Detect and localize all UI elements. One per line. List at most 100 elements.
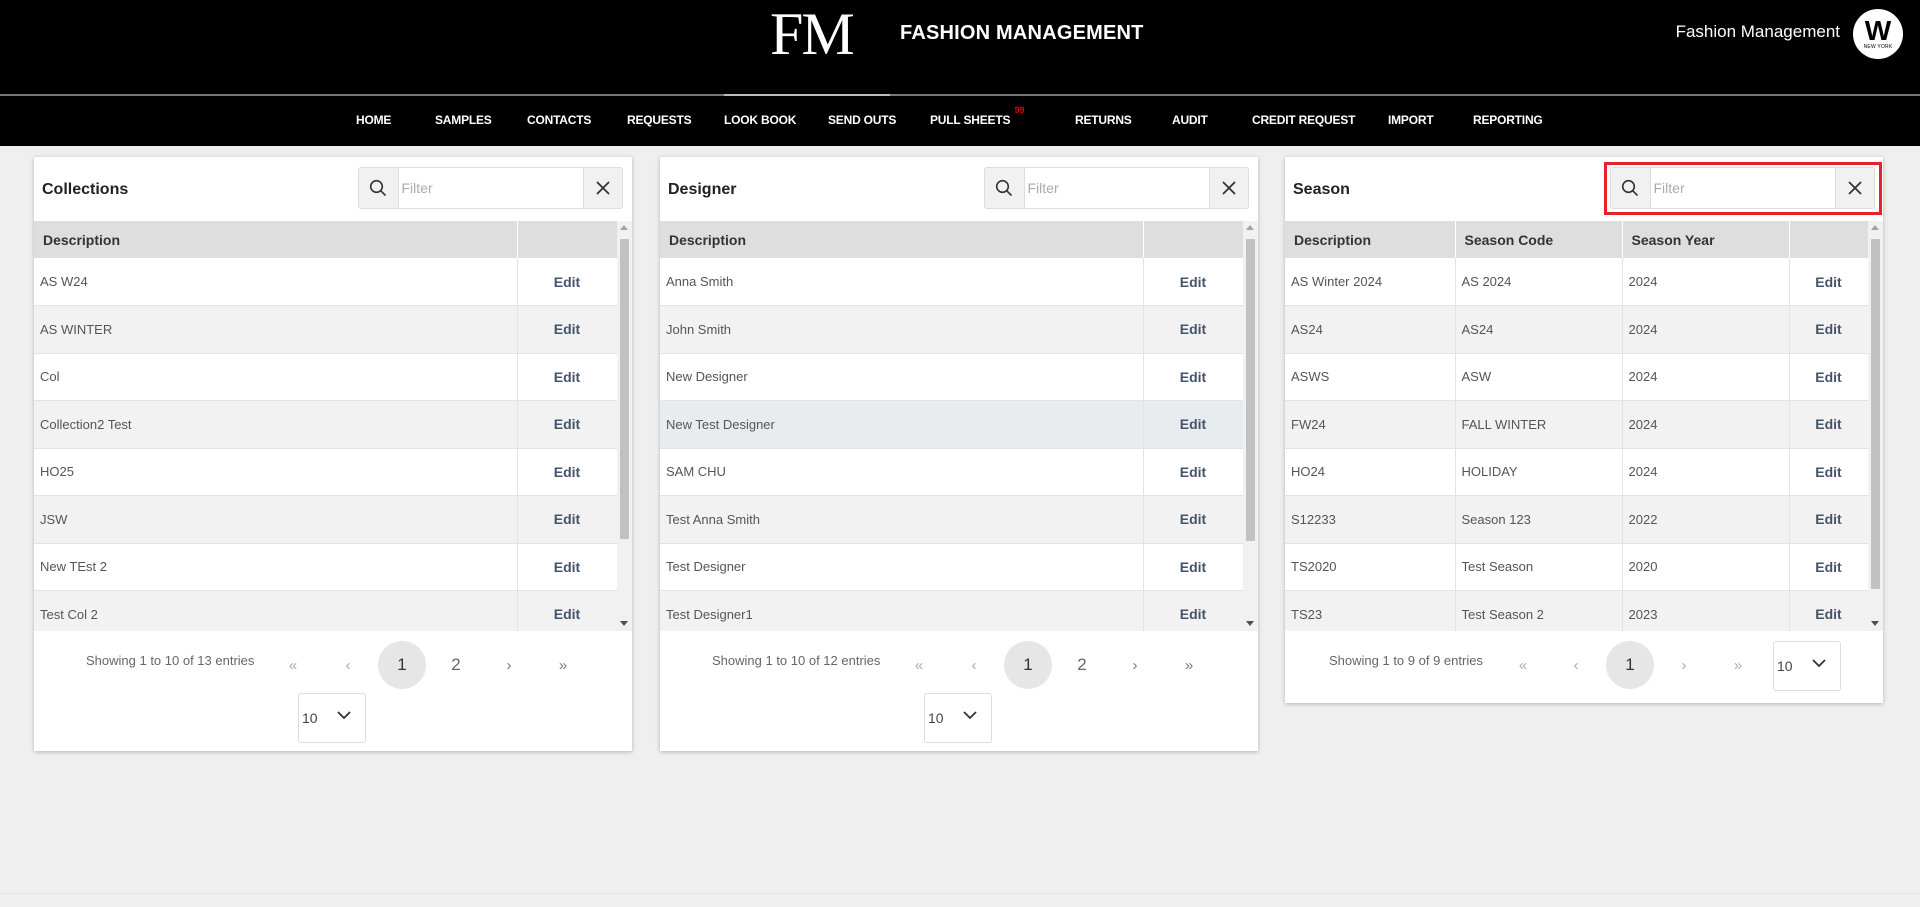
edit-button[interactable]: Edit bbox=[517, 400, 618, 449]
edit-button[interactable]: Edit bbox=[1789, 400, 1869, 449]
scroll-up-arrow-icon[interactable] bbox=[1871, 225, 1879, 230]
scroll-up-arrow-icon[interactable] bbox=[1246, 225, 1254, 230]
page-size-select[interactable]: 10 bbox=[298, 693, 366, 743]
table-row[interactable]: AS WINTER Edit bbox=[34, 305, 618, 354]
table-row[interactable]: AS Winter 2024 AS 2024 2024 Edit bbox=[1285, 258, 1869, 306]
scroll-thumb[interactable] bbox=[1871, 239, 1880, 589]
edit-button[interactable]: Edit bbox=[517, 495, 618, 544]
next-page-icon[interactable]: › bbox=[1660, 641, 1708, 689]
nav-credit-request[interactable]: CREDIT REQUEST bbox=[1252, 113, 1355, 127]
prev-page-icon[interactable]: ‹ bbox=[1552, 641, 1600, 689]
table-row[interactable]: Collection2 Test Edit bbox=[34, 400, 618, 449]
next-page-icon[interactable]: › bbox=[1111, 641, 1159, 689]
season-scrollbar[interactable] bbox=[1868, 221, 1883, 631]
nav-import[interactable]: IMPORT bbox=[1388, 113, 1434, 127]
scroll-thumb[interactable] bbox=[1246, 239, 1255, 541]
edit-button[interactable]: Edit bbox=[1143, 543, 1244, 591]
scroll-thumb[interactable] bbox=[620, 239, 629, 539]
nav-requests[interactable]: REQUESTS bbox=[627, 113, 692, 127]
edit-button[interactable]: Edit bbox=[517, 590, 618, 631]
close-icon[interactable] bbox=[1208, 168, 1248, 208]
page-button-1[interactable]: 1 bbox=[1004, 641, 1052, 689]
table-row[interactable]: Test Designer Edit bbox=[660, 543, 1244, 591]
first-page-icon[interactable]: « bbox=[895, 641, 943, 689]
next-page-icon[interactable]: › bbox=[485, 641, 533, 689]
column-header[interactable]: Description bbox=[34, 221, 518, 258]
edit-button[interactable]: Edit bbox=[517, 353, 618, 401]
first-page-icon[interactable]: « bbox=[1499, 641, 1547, 689]
edit-button[interactable]: Edit bbox=[1143, 590, 1244, 631]
table-row[interactable]: AS24 AS24 2024 Edit bbox=[1285, 305, 1869, 354]
edit-button[interactable]: Edit bbox=[517, 258, 618, 306]
collections-scrollbar[interactable] bbox=[617, 221, 632, 631]
fm-logo[interactable]: FM bbox=[770, 2, 855, 66]
last-page-icon[interactable]: » bbox=[1714, 641, 1762, 689]
page-size-select[interactable]: 10 bbox=[924, 693, 992, 743]
table-row[interactable]: HO25 Edit bbox=[34, 448, 618, 496]
last-page-icon[interactable]: » bbox=[539, 641, 587, 689]
edit-button[interactable]: Edit bbox=[1143, 400, 1244, 449]
edit-button[interactable]: Edit bbox=[1789, 543, 1869, 591]
table-row[interactable]: Test Designer1 Edit bbox=[660, 590, 1244, 631]
prev-page-icon[interactable]: ‹ bbox=[950, 641, 998, 689]
nav-home[interactable]: HOME bbox=[356, 113, 391, 127]
last-page-icon[interactable]: » bbox=[1165, 641, 1213, 689]
edit-button[interactable]: Edit bbox=[1143, 353, 1244, 401]
table-row[interactable]: SAM CHU Edit bbox=[660, 448, 1244, 496]
edit-button[interactable]: Edit bbox=[1789, 305, 1869, 354]
edit-button[interactable]: Edit bbox=[517, 543, 618, 591]
edit-button[interactable]: Edit bbox=[1143, 258, 1244, 306]
page-button-1[interactable]: 1 bbox=[1606, 641, 1654, 689]
column-header[interactable]: Season Year bbox=[1622, 221, 1790, 258]
edit-button[interactable]: Edit bbox=[1789, 590, 1869, 631]
table-row[interactable]: Anna Smith Edit bbox=[660, 258, 1244, 306]
nav-look-book[interactable]: LOOK BOOK bbox=[724, 113, 796, 127]
table-row[interactable]: Test Col 2 Edit bbox=[34, 590, 618, 631]
edit-button[interactable]: Edit bbox=[1789, 495, 1869, 544]
nav-pull-sheets[interactable]: PULL SHEETS 99 bbox=[930, 105, 1024, 127]
table-row[interactable]: JSW Edit bbox=[34, 495, 618, 544]
table-row[interactable]: TS2020 Test Season 2020 Edit bbox=[1285, 543, 1869, 591]
close-icon[interactable] bbox=[582, 168, 622, 208]
edit-button[interactable]: Edit bbox=[517, 448, 618, 496]
table-row[interactable]: Col Edit bbox=[34, 353, 618, 401]
table-row[interactable]: Test Anna Smith Edit bbox=[660, 495, 1244, 544]
search-icon[interactable] bbox=[985, 168, 1025, 208]
nav-samples[interactable]: SAMPLES bbox=[435, 113, 492, 127]
table-row[interactable]: New TEst 2 Edit bbox=[34, 543, 618, 591]
first-page-icon[interactable]: « bbox=[269, 641, 317, 689]
edit-button[interactable]: Edit bbox=[1789, 448, 1869, 496]
table-row[interactable]: ASWS ASW 2024 Edit bbox=[1285, 353, 1869, 401]
user-avatar[interactable]: W NEW YORK bbox=[1853, 9, 1903, 59]
scroll-down-arrow-icon[interactable] bbox=[1871, 621, 1879, 626]
nav-send-outs[interactable]: SEND OUTS bbox=[828, 113, 896, 127]
page-button-2[interactable]: 2 bbox=[432, 641, 480, 689]
nav-contacts[interactable]: CONTACTS bbox=[527, 113, 591, 127]
page-button-2[interactable]: 2 bbox=[1058, 641, 1106, 689]
designer-filter-input[interactable] bbox=[1024, 168, 1209, 208]
column-header[interactable]: Description bbox=[1285, 221, 1456, 258]
table-row[interactable]: John Smith Edit bbox=[660, 305, 1244, 354]
table-row[interactable]: AS W24 Edit bbox=[34, 258, 618, 306]
collections-filter-input[interactable] bbox=[398, 168, 583, 208]
edit-button[interactable]: Edit bbox=[1143, 495, 1244, 544]
user-name[interactable]: Fashion Management bbox=[1676, 22, 1840, 42]
scroll-up-arrow-icon[interactable] bbox=[620, 225, 628, 230]
prev-page-icon[interactable]: ‹ bbox=[324, 641, 372, 689]
table-row[interactable]: New Test Designer Edit bbox=[660, 400, 1244, 449]
column-header[interactable]: Season Code bbox=[1455, 221, 1623, 258]
table-row[interactable]: HO24 HOLIDAY 2024 Edit bbox=[1285, 448, 1869, 496]
edit-button[interactable]: Edit bbox=[1143, 448, 1244, 496]
scroll-down-arrow-icon[interactable] bbox=[1246, 621, 1254, 626]
search-icon[interactable] bbox=[359, 168, 399, 208]
table-row[interactable]: TS23 Test Season 2 2023 Edit bbox=[1285, 590, 1869, 631]
edit-button[interactable]: Edit bbox=[1143, 305, 1244, 354]
page-button-1[interactable]: 1 bbox=[378, 641, 426, 689]
edit-button[interactable]: Edit bbox=[1789, 258, 1869, 306]
table-row[interactable]: S12233 Season 123 2022 Edit bbox=[1285, 495, 1869, 544]
column-header[interactable]: Description bbox=[660, 221, 1144, 258]
page-size-select[interactable]: 10 bbox=[1773, 641, 1841, 691]
scroll-down-arrow-icon[interactable] bbox=[620, 621, 628, 626]
edit-button[interactable]: Edit bbox=[517, 305, 618, 354]
edit-button[interactable]: Edit bbox=[1789, 353, 1869, 401]
